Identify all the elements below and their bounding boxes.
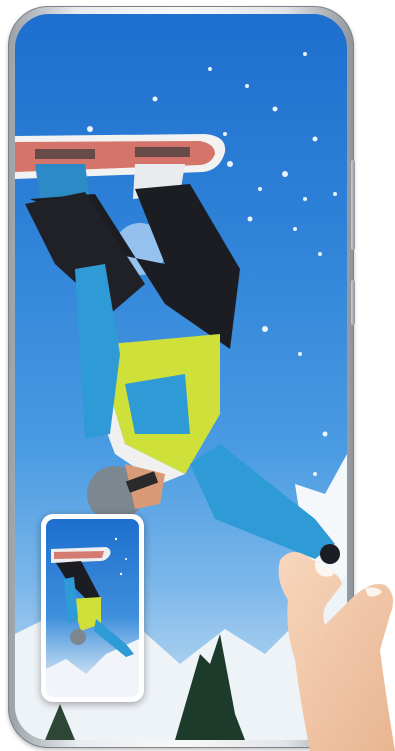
- pinch-hand: [278, 551, 395, 751]
- volume-button: [351, 160, 355, 250]
- snowboarder-thumbnail: [46, 537, 139, 697]
- jacket-chest: [125, 374, 190, 434]
- power-button: [351, 280, 355, 325]
- tutorial-illustration: [0, 0, 395, 751]
- floating-window-content: [46, 519, 139, 697]
- floating-window[interactable]: [41, 514, 144, 702]
- hand-shape: [278, 551, 395, 751]
